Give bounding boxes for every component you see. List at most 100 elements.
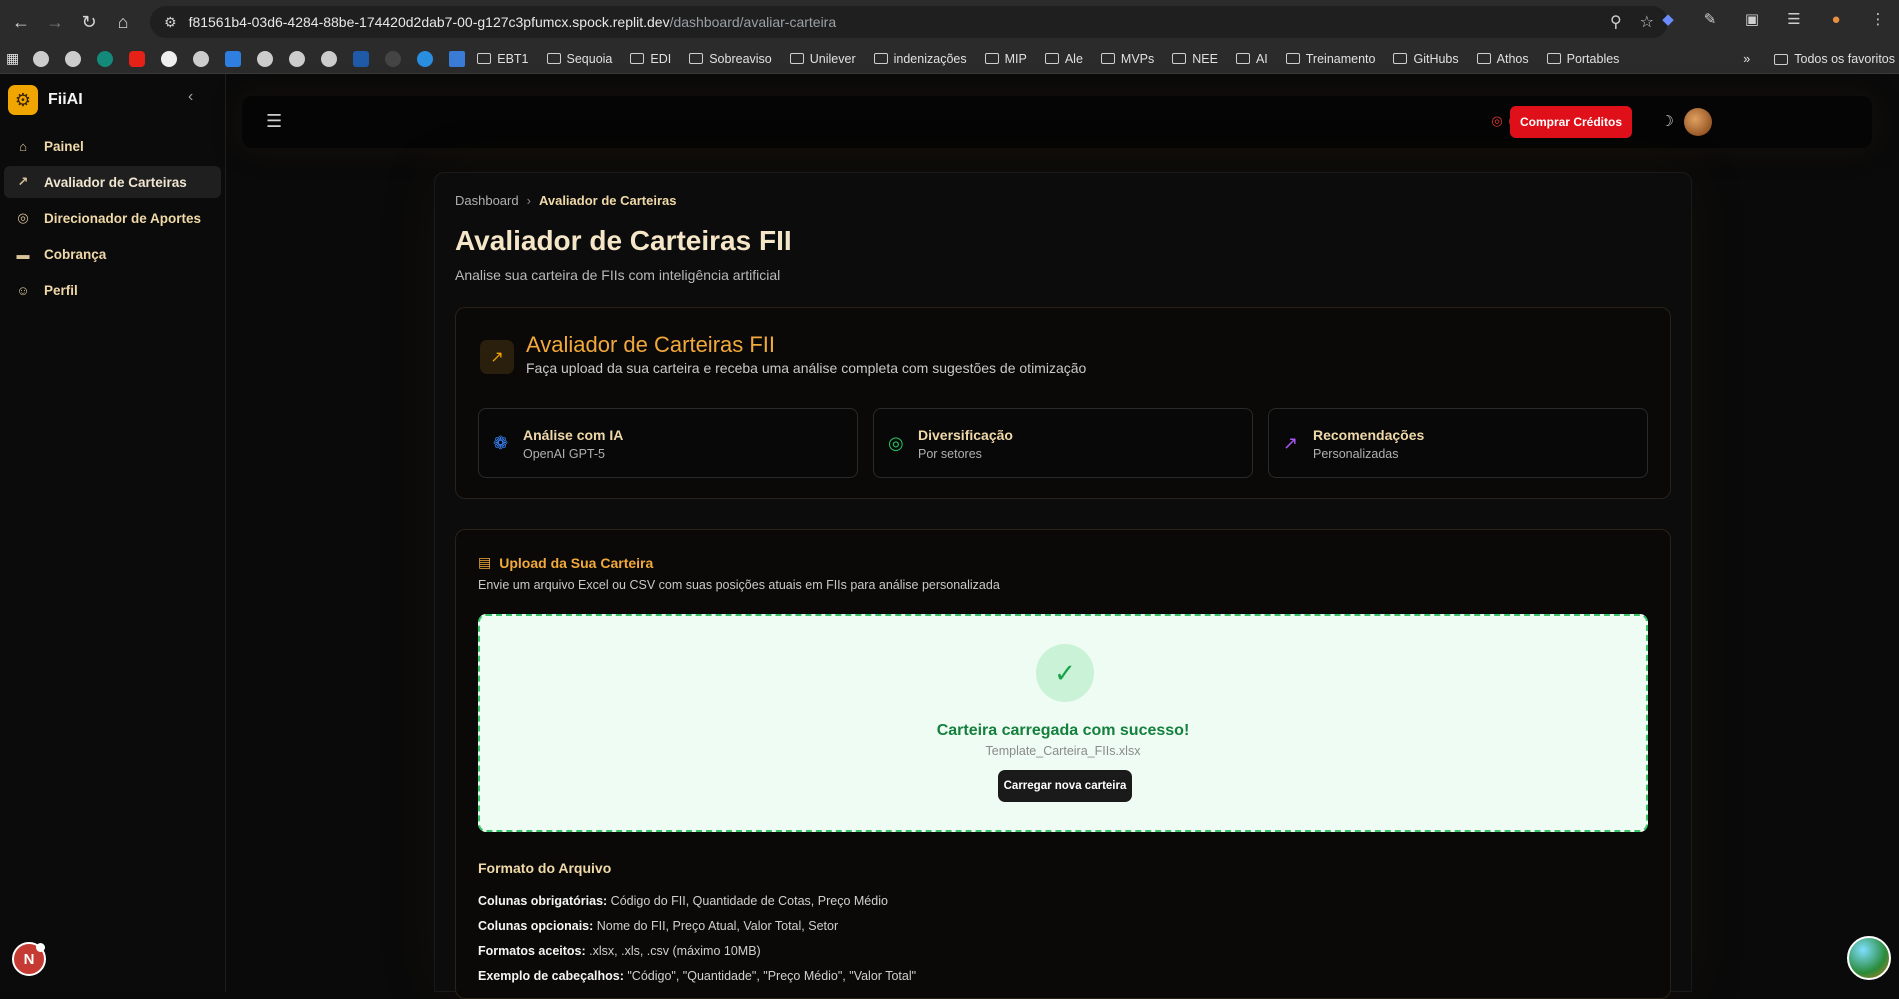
hero-title: Avaliador de Carteiras FII <box>526 332 775 358</box>
feature-card-ai: ❁ Análise com IA OpenAI GPT-5 <box>478 408 858 478</box>
upload-title: ▤ Upload da Sua Carteira <box>478 554 653 571</box>
youtube-icon[interactable] <box>129 51 145 67</box>
home-icon[interactable]: ⌂ <box>106 5 140 39</box>
coin-icon: ◎ <box>1491 113 1502 129</box>
circle-icon[interactable] <box>385 51 401 67</box>
sidebar-item-label: Painel <box>44 139 84 154</box>
sidebar-item-painel[interactable]: ⌂ Painel <box>4 130 221 162</box>
reload-icon[interactable]: ↻ <box>72 5 106 39</box>
extension-icon[interactable]: ◆ <box>1657 8 1679 30</box>
puzzle-icon[interactable]: ▣ <box>1741 8 1763 30</box>
cloud-icon[interactable] <box>417 51 433 67</box>
feature-subtitle: Personalizadas <box>1313 447 1398 461</box>
github-icon[interactable] <box>161 51 177 67</box>
folder-icon <box>1236 53 1250 64</box>
user-icon: ☺ <box>14 283 32 298</box>
upload-new-button[interactable]: Carregar nova carteira <box>998 770 1132 802</box>
forward-icon[interactable]: → <box>38 5 72 39</box>
app-icon[interactable] <box>225 51 241 67</box>
collapse-sidebar-icon[interactable]: ‹ <box>188 88 193 106</box>
globe-icon[interactable] <box>321 51 337 67</box>
globe-icon[interactable] <box>65 51 81 67</box>
globe-icon[interactable] <box>289 51 305 67</box>
bookmark-item[interactable]: Portables <box>1547 52 1620 66</box>
globe-icon[interactable] <box>33 51 49 67</box>
sidebar-item-perfil[interactable]: ☺ Perfil <box>4 274 221 306</box>
sidebar-item-cobranca[interactable]: ▬ Cobrança <box>4 238 221 270</box>
bookmark-item[interactable]: MIP <box>985 52 1027 66</box>
globe-icon[interactable] <box>193 51 209 67</box>
floating-assistant-button[interactable] <box>1847 936 1891 980</box>
bookmark-item[interactable]: EDI <box>630 52 671 66</box>
breadcrumb-current: Avaliador de Carteiras <box>539 193 677 208</box>
more-bookmarks-icon[interactable]: » <box>1743 52 1750 66</box>
breadcrumb-dashboard[interactable]: Dashboard <box>455 193 519 208</box>
hamburger-menu-icon[interactable]: ☰ <box>266 111 282 132</box>
folder-icon <box>790 53 804 64</box>
uploaded-file-name: Template_Carteira_FIIs.xlsx <box>480 744 1646 758</box>
site-info-icon[interactable]: ⚙ <box>164 14 177 31</box>
bookmark-item[interactable]: Unilever <box>790 52 856 66</box>
hero-card: ↗ Avaliador de Carteiras FII Faça upload… <box>455 307 1671 499</box>
bookmark-item[interactable]: AI <box>1236 52 1268 66</box>
feature-subtitle: Por setores <box>918 447 982 461</box>
zoom-icon[interactable]: ⚲ <box>1610 12 1622 32</box>
sidebar: ⚙ FiiAI ‹ ⌂ Painel ↗ Avaliador de Cartei… <box>0 74 226 992</box>
app-header: ☰ ◎ 0 Comprar Créditos ☽ <box>242 96 1872 148</box>
notification-dot <box>36 943 45 952</box>
profile-icon[interactable]: ● <box>1825 8 1847 30</box>
breadcrumb: Dashboard › Avaliador de Carteiras <box>455 193 676 208</box>
user-avatar-button[interactable]: N <box>12 942 46 976</box>
address-bar[interactable]: ⚙ f81561b4-03d6-4284-88be-174420d2dab7-0… <box>150 6 1668 38</box>
bookmark-item[interactable]: Ale <box>1045 52 1083 66</box>
sidebar-item-label: Perfil <box>44 283 78 298</box>
media-icon[interactable]: ☰ <box>1783 8 1805 30</box>
bookmark-item[interactable]: GitHubs <box>1393 52 1458 66</box>
credit-card-icon: ▬ <box>14 247 32 262</box>
folder-icon <box>1045 53 1059 64</box>
all-bookmarks[interactable]: Todos os favoritos <box>1774 52 1895 66</box>
avatar[interactable] <box>1684 108 1712 136</box>
bookmark-item[interactable]: Treinamento <box>1286 52 1376 66</box>
bookmark-item[interactable]: Sequoia <box>547 52 613 66</box>
sidebar-item-label: Cobrança <box>44 247 106 262</box>
globe-icon[interactable] <box>257 51 273 67</box>
sidebar-menu: ⌂ Painel ↗ Avaliador de Carteiras ◎ Dire… <box>0 130 225 306</box>
bookmark-star-icon[interactable]: ☆ <box>1640 12 1654 32</box>
sidebar-item-avaliador[interactable]: ↗ Avaliador de Carteiras <box>4 166 221 198</box>
feature-subtitle: OpenAI GPT-5 <box>523 447 605 461</box>
upload-subtitle: Envie um arquivo Excel ou CSV com suas p… <box>478 578 1000 592</box>
bookmark-item[interactable]: Sobreaviso <box>689 52 772 66</box>
bookmark-item[interactable]: NEE <box>1172 52 1218 66</box>
trending-up-icon: ↗ <box>14 174 32 190</box>
back-icon[interactable]: ← <box>4 5 38 39</box>
paypal-icon[interactable] <box>353 51 369 67</box>
upload-card: ▤ Upload da Sua Carteira Envie um arquiv… <box>455 529 1671 999</box>
bookmark-item[interactable]: indenizações <box>874 52 967 66</box>
home-icon: ⌂ <box>14 139 32 154</box>
bookmark-item[interactable]: Athos <box>1477 52 1529 66</box>
folder-icon <box>689 53 703 64</box>
bookmark-item[interactable]: EBT1 <box>477 52 528 66</box>
feature-card-recommendations: ↗ Recomendações Personalizadas <box>1268 408 1648 478</box>
sharepoint-icon[interactable] <box>97 51 113 67</box>
upload-dropzone[interactable]: ✓ Carteira carregada com sucesso! Templa… <box>478 614 1648 832</box>
format-title: Formato do Arquivo <box>478 860 611 876</box>
folder-icon <box>547 53 561 64</box>
sidebar-item-direcionador[interactable]: ◎ Direcionador de Aportes <box>4 202 221 234</box>
chevron-right-icon: › <box>527 193 531 208</box>
format-line: Colunas opcionais: Nome do FII, Preço At… <box>478 919 838 933</box>
menu-dots-icon[interactable]: ⋮ <box>1867 8 1889 30</box>
bookmark-item[interactable]: MVPs <box>1101 52 1154 66</box>
gear-logo-icon: ⚙ <box>8 85 38 115</box>
feature-title: Análise com IA <box>523 427 623 443</box>
pen-icon[interactable]: ✎ <box>1699 8 1721 30</box>
hero-subtitle: Faça upload da sua carteira e receba uma… <box>526 360 1086 376</box>
theme-toggle-icon[interactable]: ☽ <box>1661 112 1674 130</box>
apps-icon[interactable]: ▦ <box>6 50 19 67</box>
folder-icon <box>874 53 888 64</box>
target-icon: ◎ <box>14 210 32 226</box>
page-subtitle: Analise sua carteira de FIIs com intelig… <box>455 267 780 283</box>
azure-icon[interactable] <box>449 51 465 67</box>
buy-credits-button[interactable]: Comprar Créditos <box>1510 106 1632 138</box>
